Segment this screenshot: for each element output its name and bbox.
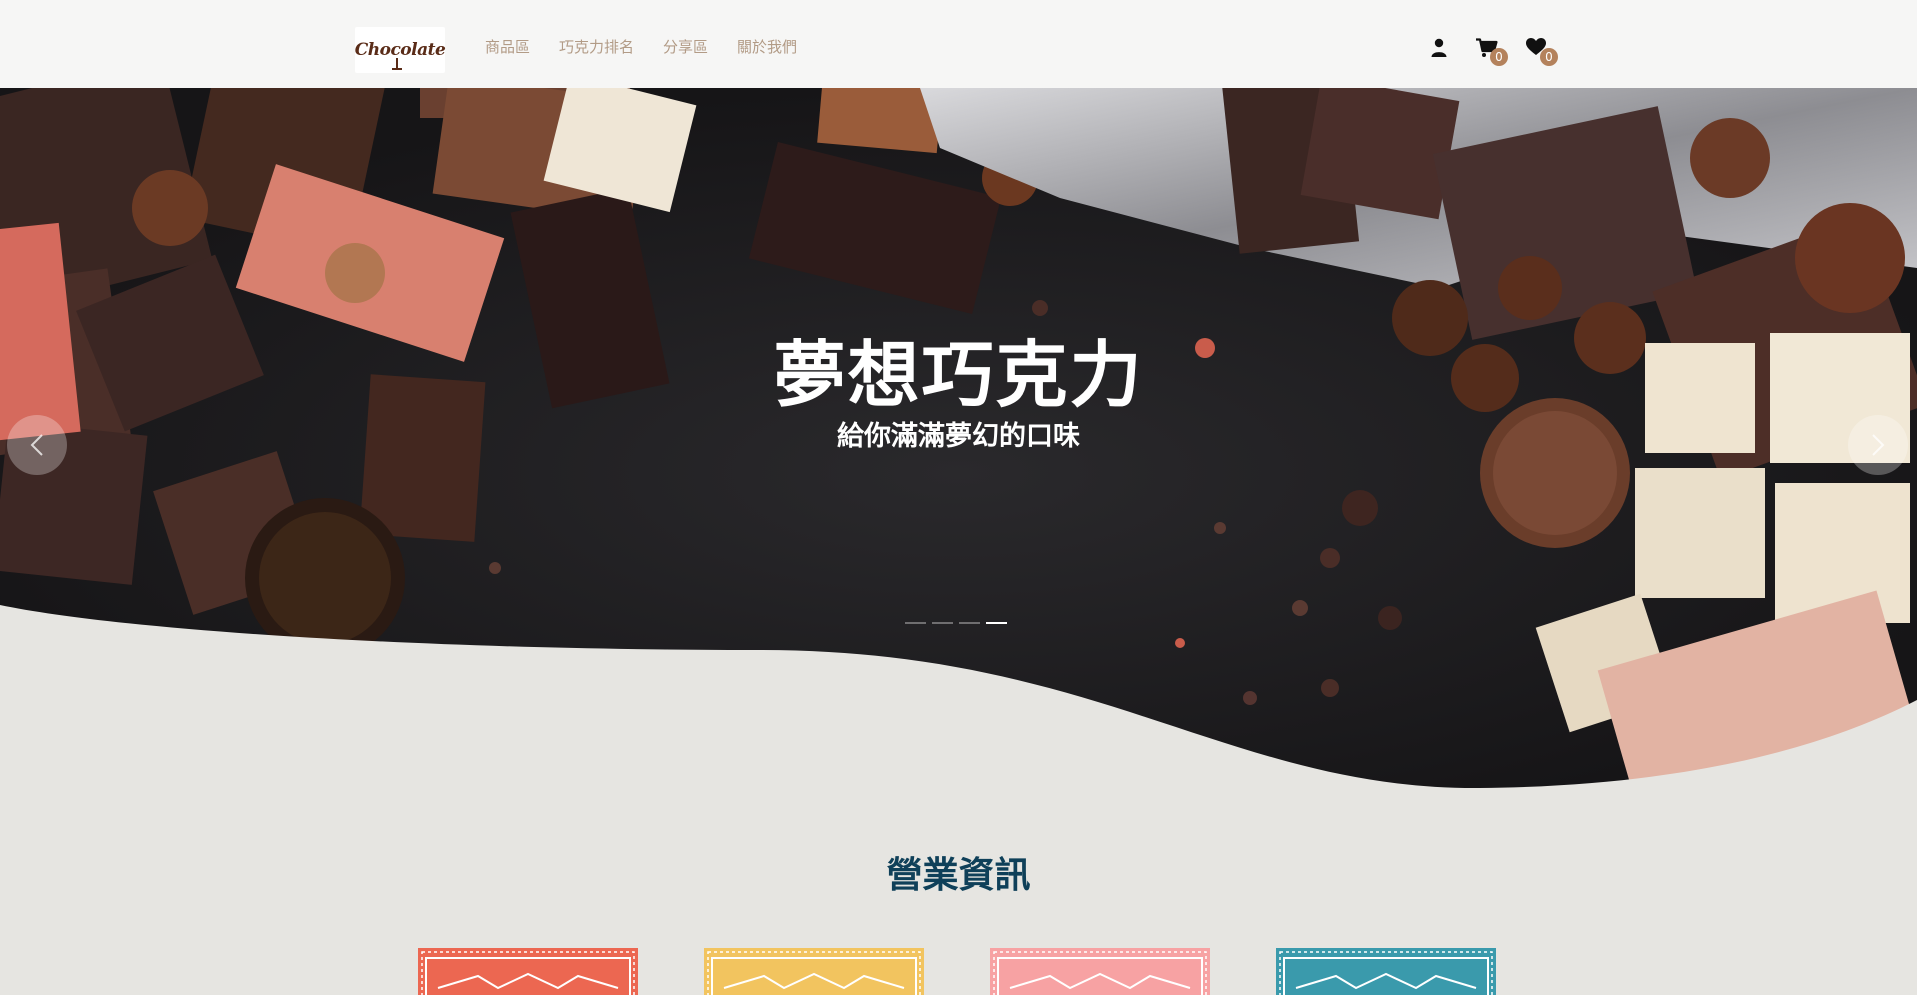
- brand-logo[interactable]: Chocolate: [354, 27, 446, 73]
- info-card[interactable]: [418, 948, 638, 995]
- nav-link-share[interactable]: 分享區: [663, 36, 708, 57]
- navbar: Chocolate 商品區 巧克力排名 分享區 關於我們 0 0: [0, 0, 1917, 88]
- logo-text: Chocolate: [354, 40, 446, 60]
- chevron-left-icon: [7, 415, 67, 475]
- info-card[interactable]: [704, 948, 924, 995]
- nav-link-about[interactable]: 關於我們: [737, 36, 797, 57]
- wishlist-count-badge: 0: [1540, 48, 1558, 66]
- logo-drip-icon: [392, 58, 402, 70]
- hero-subtitle: 給你滿滿夢幻的口味: [837, 421, 1080, 452]
- info-card[interactable]: [990, 948, 1210, 995]
- main-nav: 商品區 巧克力排名 分享區 關於我們: [485, 36, 797, 57]
- cart-count-badge: 0: [1490, 48, 1508, 66]
- chevron-right-icon: [1848, 415, 1908, 475]
- hero-title: 夢想巧克力: [773, 333, 1144, 417]
- wave-divider: [0, 605, 1917, 820]
- carousel-next-button[interactable]: [1848, 415, 1908, 475]
- nav-link-products[interactable]: 商品區: [485, 36, 530, 57]
- cart-button[interactable]: 0: [1476, 38, 1508, 66]
- user-icon: [1431, 38, 1447, 57]
- nav-link-ranking[interactable]: 巧克力排名: [559, 36, 634, 57]
- section-title: 營業資訊: [886, 855, 1031, 896]
- wishlist-button[interactable]: 0: [1526, 38, 1558, 66]
- carousel-prev-button[interactable]: [7, 415, 67, 475]
- user-button[interactable]: [1430, 38, 1456, 64]
- info-card[interactable]: [1276, 948, 1496, 995]
